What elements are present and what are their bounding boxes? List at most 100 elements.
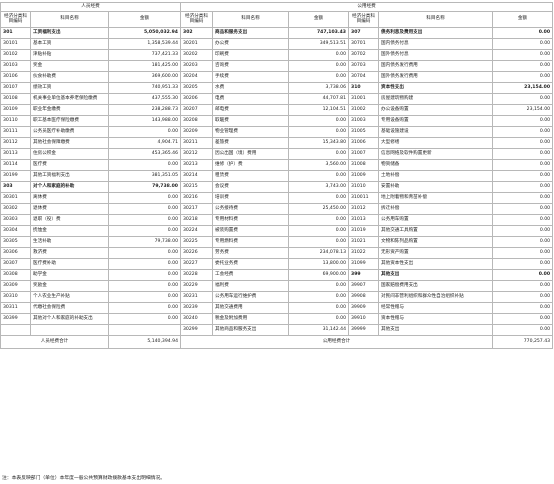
amount-cell: 0.00	[491, 93, 554, 105]
amount-cell: 0.00	[491, 280, 554, 292]
name-cell: 伙食补助费	[30, 71, 109, 83]
amount-cell: 0.00	[108, 214, 181, 226]
code-cell: 30307	[0, 258, 31, 270]
code-cell: 30218	[180, 214, 213, 226]
personnel-group-header: 人员经费	[0, 2, 181, 12]
code-cell: 30209	[180, 126, 213, 138]
amount-cell: 0.00	[491, 71, 554, 83]
code-cell: 307	[348, 27, 379, 39]
amount-cell: 0.00	[288, 280, 349, 292]
name-col-header-1: 科目名称	[30, 11, 109, 28]
amount-cell: 31,142.44	[288, 324, 349, 336]
amount-cell: 0.00	[108, 280, 181, 292]
name-cell: 国家赔偿费用支出	[378, 280, 493, 292]
name-cell: 对个人和家庭的补助	[30, 181, 109, 193]
code-cell: 39907	[348, 280, 379, 292]
table-row: 30101 基本工资 1,358,539.44 30201 办公费 349,513.51 3…	[0, 38, 554, 50]
name-cell: 电费	[212, 93, 289, 105]
amount-cell: 3,743.00	[288, 181, 349, 193]
code-cell: 30227	[180, 258, 213, 270]
table-row: 30303 退职（役）费 0.00 30218 专用材料费 0.00 31013 公务用车购置…	[0, 214, 554, 226]
amount-cell: 143,988.00	[108, 115, 181, 127]
amount-cell: 0.00	[491, 170, 554, 182]
name-cell: 专用材料费	[212, 214, 289, 226]
code-cell: 30701	[348, 38, 379, 50]
code-cell: 30224	[180, 225, 213, 237]
amount-cell: 12,104.51	[288, 104, 349, 116]
public-total-amount: 770,257.43	[491, 335, 554, 349]
amount-cell: 234,078.13	[288, 247, 349, 259]
name-cell: 离休费	[30, 192, 109, 204]
amount-cell: 0.00	[491, 324, 554, 336]
amount-col-header-2: 金额	[288, 11, 349, 28]
amount-cell: 453,365.46	[108, 148, 181, 160]
table-row: 30107 绩效工资 740,951.33 30205 水费 3,738.06 310 资本性…	[0, 82, 554, 94]
name-cell: 退休费	[30, 203, 109, 215]
name-cell: 安置补助	[378, 181, 493, 193]
amount-cell: 0.00	[288, 192, 349, 204]
name-cell: 助学金	[30, 269, 109, 281]
code-cell: 30703	[348, 60, 379, 72]
name-cell: 物业管理费	[212, 126, 289, 138]
code-cell: 30228	[180, 269, 213, 281]
name-cell: 差旅费	[212, 137, 289, 149]
amount-cell: 381,351.05	[108, 170, 181, 182]
amount-cell: 23,154.00	[491, 104, 554, 116]
amount-cell: 5,050,032.94	[108, 27, 181, 39]
amount-cell: 0.00	[108, 313, 181, 325]
amount-cell: 0.00	[491, 214, 554, 226]
table-row: 301 工资福利支出 5,050,032.94 302 商品和服务支出 747,103.4…	[0, 27, 554, 39]
name-cell: 因公出国（境）费用	[212, 148, 289, 160]
amount-cell: 15,343.80	[288, 137, 349, 149]
code-cell: 30112	[0, 137, 31, 149]
name-cell: 其他支出	[378, 324, 493, 336]
amount-cell: 0.00	[491, 115, 554, 127]
code-cell: 30702	[348, 49, 379, 61]
code-cell: 30101	[0, 38, 31, 50]
table-row: 30299 其他商品和服务支出 31,142.44 39999 其他支出 0.00	[0, 324, 554, 336]
amount-cell: 4,904.71	[108, 137, 181, 149]
code-cell: 31022	[348, 247, 379, 259]
name-cell: 债务利息及费用支出	[378, 27, 493, 39]
name-cell: 对民间非营利组织和群众性自治组织补贴	[378, 291, 493, 303]
name-cell: 水费	[212, 82, 289, 94]
code-cell: 30231	[180, 291, 213, 303]
amount-cell: 740,951.33	[108, 82, 181, 94]
code-cell: 30113	[0, 148, 31, 160]
amount-cell: 238,288.73	[108, 104, 181, 116]
code-cell: 30302	[0, 203, 31, 215]
code-cell: 31007	[348, 148, 379, 160]
code-cell: 39999	[348, 324, 379, 336]
table-row: 30114 医疗费 0.00 30213 维修（护）费 3,560.00 31008 物资储备…	[0, 159, 554, 171]
code-cell: 30225	[180, 236, 213, 248]
code-cell: 31019	[348, 225, 379, 237]
table-row: 30113 住房公积金 453,365.46 30212 因公出国（境）费用 0.00 31…	[0, 148, 554, 160]
code-cell: 30301	[0, 192, 31, 204]
name-cell: 房屋建筑物购建	[378, 93, 493, 105]
table-row: 30106 伙食补助费 369,600.00 30204 手续费 0.00 30704 国外债…	[0, 71, 554, 83]
code-cell: 31003	[348, 115, 379, 127]
name-cell: 公务员医疗补助缴费	[30, 126, 109, 138]
code-cell: 30103	[0, 60, 31, 72]
table-row: 30305 生活补助 79,738.00 30225 专用燃料费 0.00 31021 文物和…	[0, 236, 554, 248]
amount-cell: 0.00	[491, 291, 554, 303]
name-cell: 代缴社会保险费	[30, 302, 109, 314]
name-col-header-2: 科目名称	[212, 11, 289, 28]
amount-cell: 0.00	[491, 159, 554, 171]
code-cell: 30226	[180, 247, 213, 259]
code-cell: 399	[348, 269, 379, 281]
name-cell: 租赁费	[212, 170, 289, 182]
name-cell: 其他社会保障缴费	[30, 137, 109, 149]
code-cell: 30311	[0, 302, 31, 314]
code-cell: 310011	[348, 192, 379, 204]
amount-cell: 79,738.00	[108, 181, 181, 193]
name-cell: 其他商品和服务支出	[212, 324, 289, 336]
code-cell: 310	[348, 82, 379, 94]
code-cell: 31005	[348, 126, 379, 138]
group-header-row: 人员经费 公用经费	[0, 2, 554, 12]
code-cell: 39908	[348, 291, 379, 303]
name-cell: 工会经费	[212, 269, 289, 281]
code-col-header-3: 经济分类科目编码	[348, 11, 379, 28]
name-cell: 手续费	[212, 71, 289, 83]
table-row: 30304 抚恤金 0.00 30224 被装购置费 0.00 31019 其他交通工具购置 0…	[0, 225, 554, 237]
